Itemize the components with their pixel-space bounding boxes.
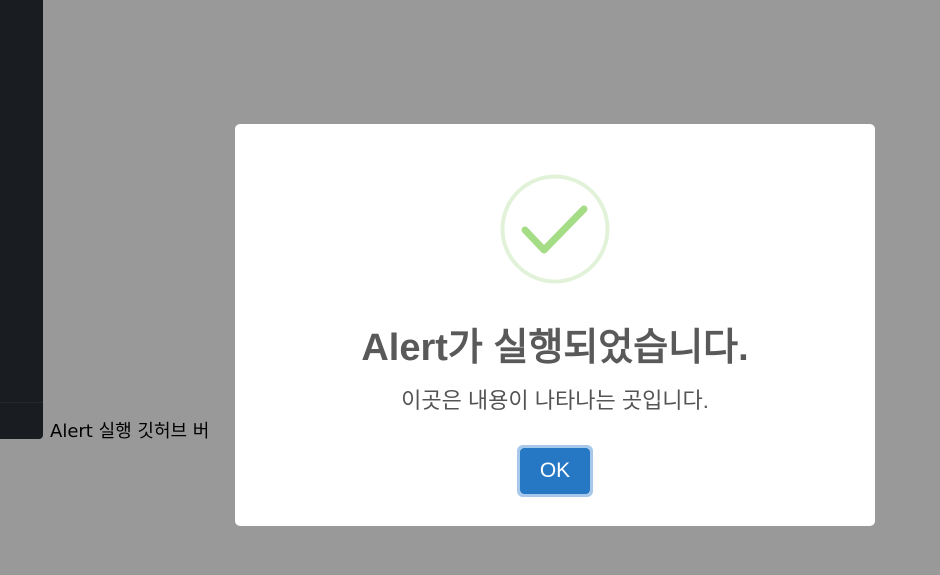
success-check-icon — [500, 174, 610, 284]
dialog-message: 이곳은 내용이 나타나는 곳입니다. — [401, 388, 709, 413]
dialog-title: Alert가 실행되었습니다. — [361, 327, 749, 369]
ok-button[interactable]: OK — [517, 445, 593, 497]
alert-dialog: Alert가 실행되었습니다. 이곳은 내용이 나타나는 곳입니다. OK — [235, 124, 875, 526]
ok-button-label: OK — [520, 448, 590, 494]
